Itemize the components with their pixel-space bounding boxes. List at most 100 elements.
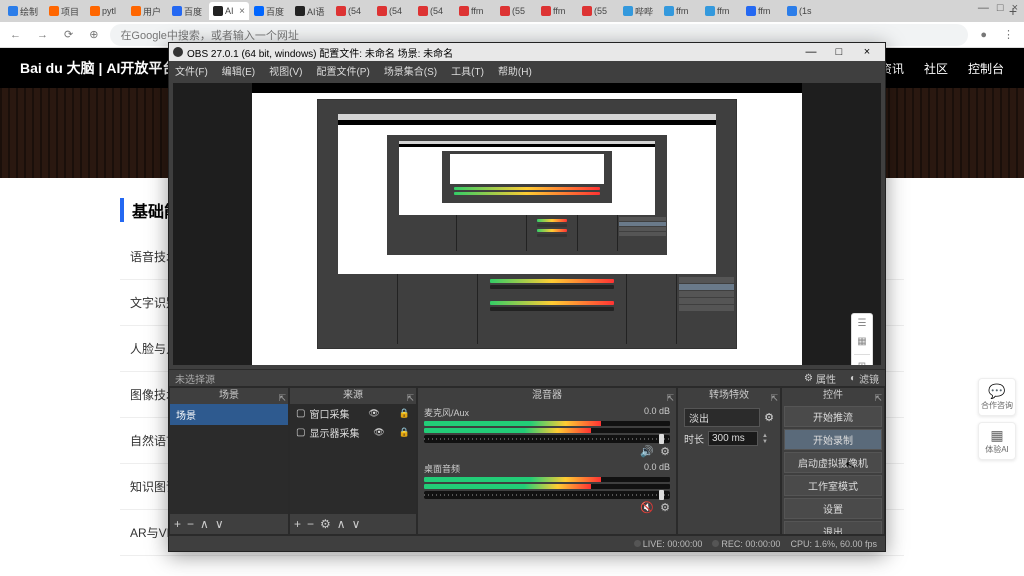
source-item[interactable]: ▢显示器采集👁🔒 bbox=[290, 423, 416, 442]
side-float-button[interactable]: 💬合作咨询 bbox=[978, 378, 1016, 416]
window-minimize[interactable]: — bbox=[978, 2, 989, 14]
browser-tab[interactable]: ffm bbox=[701, 2, 741, 20]
browser-tab[interactable]: ffm bbox=[742, 2, 782, 20]
favicon-icon bbox=[500, 6, 510, 16]
favicon-icon bbox=[705, 6, 715, 16]
scene-down-button[interactable]: ∨ bbox=[215, 517, 224, 531]
remove-scene-button[interactable]: − bbox=[187, 517, 194, 531]
transitions-title: 转场特效 bbox=[709, 390, 749, 401]
control-button[interactable]: 设置 bbox=[784, 498, 882, 519]
obs-minimize[interactable]: — bbox=[797, 46, 825, 58]
dock-popout-icon[interactable]: ⇱ bbox=[770, 390, 778, 406]
tab-label: (54 bbox=[389, 6, 402, 16]
browser-tab[interactable]: 百度 bbox=[168, 2, 208, 20]
lock-icon[interactable]: 🔒 bbox=[399, 427, 410, 438]
transition-select[interactable]: 淡出 bbox=[684, 408, 760, 427]
browser-tab[interactable]: 绘制 bbox=[4, 2, 44, 20]
menu-item[interactable]: 工具(T) bbox=[451, 63, 484, 78]
obs-close[interactable]: × bbox=[853, 46, 881, 58]
browser-tab[interactable]: AI× bbox=[209, 2, 249, 20]
browser-tab[interactable]: 哔哔 bbox=[619, 2, 659, 20]
browser-tab[interactable]: (54 bbox=[373, 2, 413, 20]
site-info-icon[interactable]: ⊕ bbox=[85, 26, 102, 43]
browser-tab[interactable]: ffm bbox=[537, 2, 577, 20]
visibility-icon[interactable]: 👁 bbox=[368, 408, 379, 419]
browser-tab[interactable]: ffm bbox=[455, 2, 495, 20]
browser-tab[interactable]: AI语 bbox=[291, 2, 331, 20]
spin-down-icon[interactable]: ▼ bbox=[762, 439, 768, 445]
remove-source-button[interactable]: − bbox=[307, 517, 314, 531]
browser-tab[interactable]: 百度 bbox=[250, 2, 290, 20]
gear-icon[interactable]: ⚙ bbox=[660, 501, 670, 514]
dock-popout-icon[interactable]: ⇱ bbox=[278, 390, 286, 406]
browser-tab[interactable]: 用户 bbox=[127, 2, 167, 20]
source-up-button[interactable]: ∧ bbox=[337, 517, 346, 531]
rec-indicator-icon bbox=[712, 540, 719, 547]
close-icon[interactable]: × bbox=[239, 6, 245, 17]
nav-reload-icon[interactable]: ⟳ bbox=[60, 26, 77, 43]
browser-tab[interactable]: (55 bbox=[578, 2, 618, 20]
window-close[interactable]: × bbox=[1012, 2, 1018, 14]
add-source-button[interactable]: + bbox=[294, 517, 301, 531]
browser-tab[interactable]: (54 bbox=[414, 2, 454, 20]
browser-tab[interactable]: ffm bbox=[660, 2, 700, 20]
transition-settings-icon[interactable]: ⚙ bbox=[764, 411, 774, 424]
browser-tab[interactable]: (55 bbox=[496, 2, 536, 20]
visibility-icon[interactable]: 👁 bbox=[373, 427, 384, 438]
speaker-icon[interactable]: 🔊 bbox=[640, 445, 654, 458]
nav-link[interactable]: 控制台 bbox=[968, 60, 1004, 77]
control-button[interactable]: 开始录制 bbox=[784, 429, 882, 450]
obs-maximize[interactable]: □ bbox=[825, 46, 853, 58]
favicon-icon bbox=[541, 6, 551, 16]
menu-item[interactable]: 编辑(E) bbox=[222, 63, 255, 78]
scene-up-button[interactable]: ∧ bbox=[200, 517, 209, 531]
favicon-icon bbox=[90, 6, 100, 16]
nav-back-icon[interactable]: ← bbox=[6, 27, 25, 43]
nav-link[interactable]: 社区 bbox=[924, 60, 948, 77]
window-maximize[interactable]: □ bbox=[997, 2, 1004, 14]
control-button[interactable]: 退出 bbox=[784, 521, 882, 534]
obs-titlebar[interactable]: OBS 27.0.1 (64 bit, windows) 配置文件: 未命名 场… bbox=[169, 43, 885, 61]
preview-tool-icon[interactable]: ☰ bbox=[856, 318, 868, 330]
control-button[interactable]: 启动虚拟摄像机 bbox=[784, 452, 882, 473]
add-scene-button[interactable]: + bbox=[174, 517, 181, 531]
side-float-button[interactable]: ▦体验AI bbox=[978, 422, 1016, 460]
source-item[interactable]: ▢窗口采集👁🔒 bbox=[290, 404, 416, 423]
menu-item[interactable]: 视图(V) bbox=[269, 63, 302, 78]
gear-icon[interactable]: ⚙ bbox=[660, 445, 670, 458]
source-properties-button[interactable]: ⚙属性 bbox=[804, 371, 836, 386]
volume-slider[interactable] bbox=[424, 491, 670, 499]
scene-item[interactable]: 场景 bbox=[170, 404, 288, 425]
source-down-button[interactable]: ∨ bbox=[352, 517, 361, 531]
lock-icon[interactable]: 🔒 bbox=[399, 408, 410, 419]
menu-item[interactable]: 配置文件(P) bbox=[316, 63, 369, 78]
browser-tab[interactable]: (54 bbox=[332, 2, 372, 20]
control-button[interactable]: 开始推流 bbox=[784, 406, 882, 427]
menu-item[interactable]: 帮助(H) bbox=[498, 63, 532, 78]
source-filters-button[interactable]: ◐滤镜 bbox=[850, 371, 879, 386]
dock-popout-icon[interactable]: ⇱ bbox=[406, 390, 414, 406]
tab-label: 用户 bbox=[143, 5, 161, 18]
menu-item[interactable]: 文件(F) bbox=[175, 63, 208, 78]
speaker-icon[interactable]: 🔇 bbox=[640, 501, 654, 514]
volume-slider[interactable] bbox=[424, 435, 670, 443]
preview-tool-icon[interactable]: ⊞ bbox=[856, 361, 868, 365]
nav-forward-icon[interactable]: → bbox=[33, 27, 52, 43]
audio-meter bbox=[424, 428, 670, 433]
duration-input[interactable] bbox=[708, 431, 758, 446]
preview-side-toolbar: ☰ ▦ ⊞ ▤ bbox=[851, 313, 873, 365]
menu-icon[interactable]: ⋮ bbox=[999, 26, 1018, 43]
source-settings-button[interactable]: ⚙ bbox=[320, 517, 331, 531]
preview-tool-icon[interactable]: ▦ bbox=[856, 336, 868, 348]
control-button[interactable]: 工作室模式 bbox=[784, 475, 882, 496]
browser-tab[interactable]: pytl bbox=[86, 2, 126, 20]
obs-preview[interactable]: ☰ ▦ ⊞ ▤ bbox=[173, 83, 881, 365]
browser-tab[interactable]: (1s bbox=[783, 2, 823, 20]
dock-popout-icon[interactable]: ⇱ bbox=[874, 390, 882, 406]
browser-tab[interactable]: 项目 bbox=[45, 2, 85, 20]
baidu-logo[interactable]: Bai du 大脑 | AI开放平台 bbox=[20, 58, 176, 78]
dock-popout-icon[interactable]: ⇱ bbox=[666, 390, 674, 406]
profile-icon[interactable]: ● bbox=[976, 27, 991, 43]
audio-meter bbox=[424, 421, 670, 426]
menu-item[interactable]: 场景集合(S) bbox=[384, 63, 437, 78]
